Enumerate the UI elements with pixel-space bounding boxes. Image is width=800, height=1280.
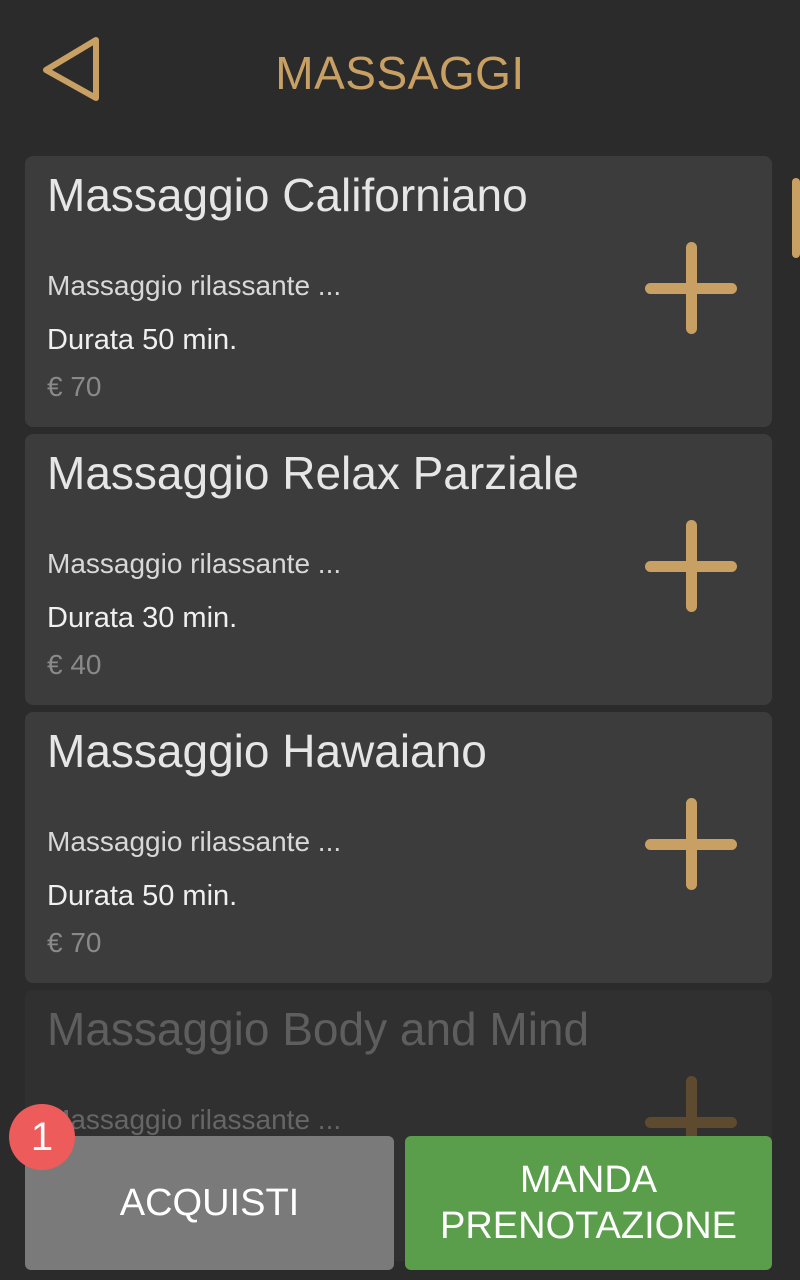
service-card[interactable]: Massaggio Californiano Massaggio rilassa…	[25, 156, 772, 427]
service-description: Massaggio rilassante ...	[47, 270, 342, 301]
scrollbar[interactable]	[792, 178, 800, 258]
add-service-button[interactable]	[645, 520, 737, 612]
service-title: Massaggio Californiano	[47, 169, 528, 221]
service-card[interactable]: Massaggio Relax Parziale Massaggio rilas…	[25, 434, 772, 705]
service-duration: Durata 50 min.	[47, 880, 238, 912]
send-booking-label-line1: MANDA	[519, 1159, 658, 1201]
cart-count-badge: 1	[9, 1104, 75, 1170]
service-title: Massaggio Body and Mind	[47, 1003, 590, 1055]
service-description: Massaggio rilassante ...	[47, 548, 342, 579]
purchases-button[interactable]: ACQUISTI	[25, 1136, 394, 1270]
purchases-button-label: ACQUISTI	[119, 1181, 300, 1224]
service-price: € 70	[47, 371, 102, 402]
service-card[interactable]: Massaggio Hawaiano Massaggio rilassante …	[25, 712, 772, 983]
header: MASSAGGI	[0, 0, 800, 145]
app-screen: MASSAGGI Massaggio Californiano Massaggi…	[0, 0, 800, 1280]
page-title: MASSAGGI	[275, 47, 525, 99]
service-title: Massaggio Relax Parziale	[47, 447, 579, 499]
service-description: Massaggio rilassante ...	[47, 1104, 342, 1135]
service-title: Massaggio Hawaiano	[47, 725, 487, 777]
service-price: € 70	[47, 927, 102, 958]
add-service-button[interactable]	[645, 242, 737, 334]
send-booking-label-line2: PRENOTAZIONE	[440, 1205, 737, 1247]
service-duration: Durata 50 min.	[47, 324, 238, 356]
service-duration: Durata 30 min.	[47, 602, 238, 634]
service-description: Massaggio rilassante ...	[47, 826, 342, 857]
service-list[interactable]: Massaggio Californiano Massaggio rilassa…	[25, 156, 772, 1268]
service-price: € 40	[47, 649, 102, 680]
add-service-button[interactable]	[645, 798, 737, 890]
bottom-action-bar: ACQUISTI MANDA PRENOTAZIONE	[0, 1136, 800, 1280]
send-booking-button[interactable]: MANDA PRENOTAZIONE	[405, 1136, 772, 1270]
